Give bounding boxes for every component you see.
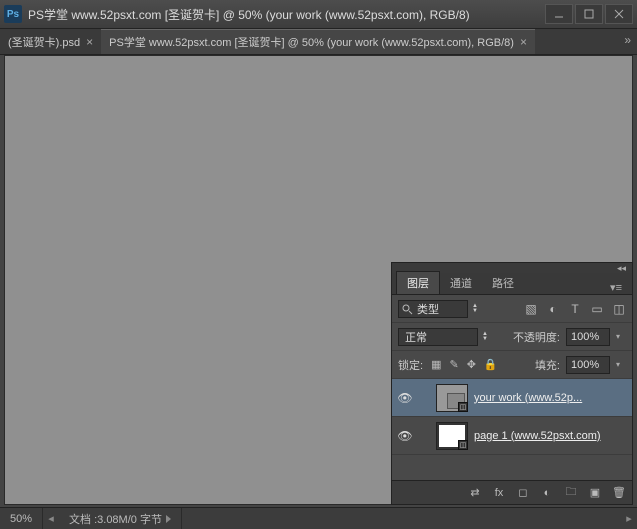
lock-transparent-icon[interactable]: ▦ [431, 358, 441, 371]
fill-input[interactable]: 100% [566, 356, 610, 374]
filter-smart-icon[interactable]: ◫ [612, 302, 626, 316]
group-icon[interactable]: 🗀 [564, 483, 578, 502]
filter-pixel-icon[interactable]: ▧ [524, 302, 538, 316]
lock-position-icon[interactable]: ✥ [467, 358, 476, 371]
doc-info[interactable]: 文档 :3.08M/0 字节 [59, 508, 182, 529]
chevron-right-icon[interactable] [166, 515, 171, 523]
filter-adjustment-icon[interactable]: ◐ [546, 302, 560, 316]
maximize-button[interactable] [575, 4, 603, 24]
scroll-left-icon[interactable]: ◂ [43, 512, 59, 525]
tab-channels[interactable]: 通道 [440, 272, 482, 294]
document-tab-2[interactable]: PS学堂 www.52psxt.com [圣诞贺卡] @ 50% (your w… [101, 29, 535, 54]
panel-footer: ⇄ fx ◻ ◐ 🗀 ▣ 🗑 [392, 480, 632, 504]
layer-style-icon[interactable]: fx [492, 487, 506, 499]
visibility-toggle-icon[interactable]: 👁 [396, 391, 414, 405]
fill-label: 填充: [535, 357, 560, 373]
layer-thumbnail[interactable]: ◫ [436, 422, 468, 450]
link-layers-icon[interactable]: ⇄ [468, 486, 482, 499]
document-tab-1[interactable]: (圣诞贺卡).psd × [0, 29, 101, 54]
minimize-button[interactable] [545, 4, 573, 24]
close-icon[interactable]: × [86, 35, 93, 49]
layer-name[interactable]: page 1 (www.52psxt.com) [474, 430, 628, 442]
opacity-label: 不透明度: [513, 329, 560, 345]
opacity-input[interactable]: 100% [566, 328, 610, 346]
lock-pixels-icon[interactable]: ✎ [449, 358, 458, 371]
lock-label: 锁定: [398, 357, 423, 373]
visibility-toggle-icon[interactable]: 👁 [396, 429, 414, 443]
new-layer-icon[interactable]: ▣ [588, 486, 602, 499]
stepper-icon[interactable]: ▲▼ [472, 304, 478, 314]
adjustment-layer-icon[interactable]: ◐ [540, 487, 554, 499]
panel-menu-icon[interactable]: ▾≡ [604, 281, 628, 294]
layer-row[interactable]: 👁 ◫ your work (www.52p... [392, 379, 632, 417]
collapse-panel-icon[interactable]: ◂◂ [617, 263, 626, 274]
filter-shape-icon[interactable]: ▭ [590, 302, 604, 316]
close-icon[interactable]: × [520, 35, 527, 49]
chevron-down-icon[interactable]: ▾ [616, 332, 626, 341]
tab-label: PS学堂 www.52psxt.com [圣诞贺卡] @ 50% (your w… [109, 34, 514, 50]
layer-list: 👁 ◫ your work (www.52p... 👁 ◫ page 1 (ww… [392, 379, 632, 480]
zoom-level[interactable]: 50% [0, 508, 43, 529]
tab-label: (圣诞贺卡).psd [8, 34, 80, 50]
link-icon[interactable] [420, 431, 430, 441]
expand-tabs-icon[interactable]: » [624, 33, 631, 47]
layer-mask-icon[interactable]: ◻ [516, 486, 530, 499]
filter-type-icon[interactable]: T [568, 302, 582, 316]
layer-thumbnail[interactable]: ◫ [436, 384, 468, 412]
tab-layers[interactable]: 图层 [396, 271, 440, 294]
stepper-icon[interactable]: ▲▼ [482, 332, 488, 342]
scroll-right-icon[interactable]: ▸ [621, 512, 637, 525]
layer-row[interactable]: 👁 ◫ page 1 (www.52psxt.com) [392, 417, 632, 455]
lock-all-icon[interactable]: 🔒 [484, 358, 498, 371]
window-title: PS学堂 www.52psxt.com [圣诞贺卡] @ 50% (your w… [28, 6, 545, 23]
app-logo: Ps [4, 5, 22, 23]
close-button[interactable] [605, 4, 633, 24]
blend-mode-select[interactable]: 正常 [398, 328, 478, 346]
smart-object-badge-icon: ◫ [458, 440, 468, 450]
layer-name[interactable]: your work (www.52p... [474, 392, 628, 404]
delete-layer-icon[interactable]: 🗑 [612, 486, 626, 499]
smart-object-badge-icon: ◫ [458, 402, 468, 412]
tab-paths[interactable]: 路径 [482, 272, 524, 294]
link-icon[interactable] [420, 393, 430, 403]
filter-type-select[interactable]: 类型 [398, 300, 468, 318]
layers-panel: ◂◂ 图层 通道 路径 ▾≡ 类型 ▲▼ ▧ ◐ T ▭ ◫ 正常 ▲▼ 不透明… [391, 262, 633, 505]
chevron-down-icon[interactable]: ▾ [616, 360, 626, 369]
